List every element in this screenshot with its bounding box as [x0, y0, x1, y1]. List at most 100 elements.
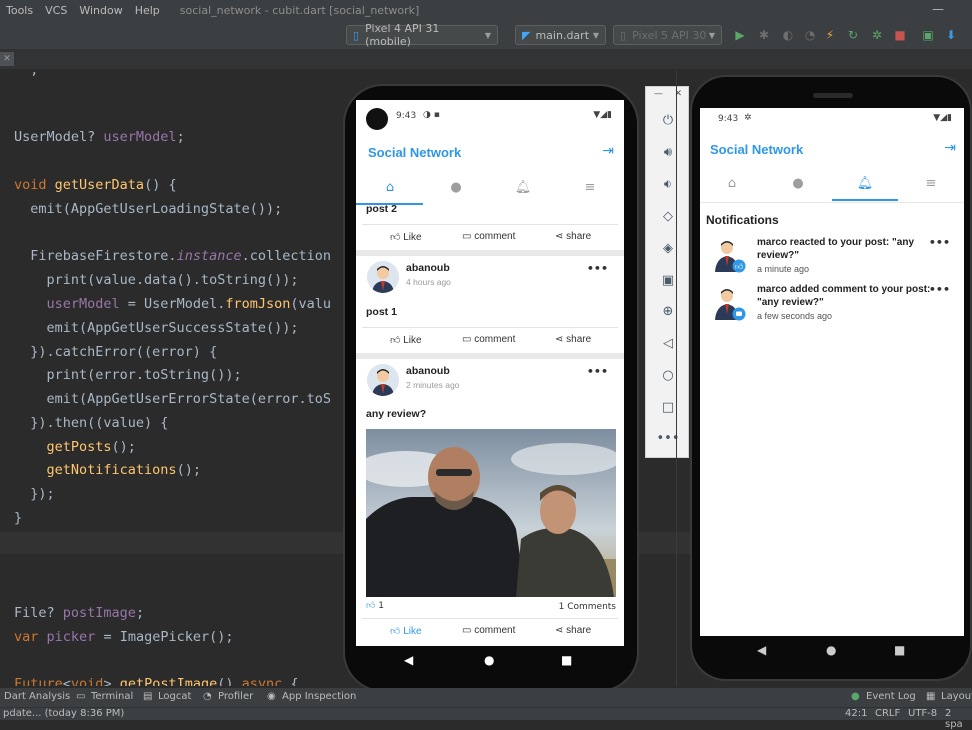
- code-line: emit(AppGetUserErrorState(error.toS: [14, 391, 331, 407]
- close-icon[interactable]: ✕: [0, 52, 14, 66]
- menu-icon[interactable]: ≡: [921, 176, 941, 191]
- comment-button[interactable]: ▭ comment: [462, 334, 515, 345]
- device-selector[interactable]: ▯ Pixel 4 API 31 (mobile) ▼: [346, 22, 498, 48]
- notification-time: a minute ago: [757, 264, 810, 274]
- second-device-selector[interactable]: ▯ Pixel 5 API 30 ▼: [613, 25, 722, 45]
- recents-icon[interactable]: ■: [561, 653, 572, 667]
- run-icon[interactable]: ▶: [732, 27, 748, 43]
- file-encoding[interactable]: UTF-8: [908, 708, 937, 719]
- comment-button[interactable]: ▭ comment: [462, 231, 515, 242]
- bell-icon[interactable]: 🔔︎: [513, 180, 533, 195]
- status-message[interactable]: pdate... (today 8:36 PM): [3, 708, 124, 719]
- like-button[interactable]: 👍︎ Like: [390, 625, 422, 637]
- post-time: 4 hours ago: [406, 277, 451, 287]
- line-separator[interactable]: CRLF: [875, 708, 900, 719]
- code-line: UserModel? userModel;: [14, 129, 185, 145]
- thumb-up-icon: 👍︎: [390, 232, 401, 243]
- tool-dart-analysis[interactable]: Dart Analysis: [4, 691, 70, 702]
- post-author[interactable]: abanoub: [406, 262, 450, 274]
- status-bar: pdate... (today 8:36 PM) 42:1 CRLF UTF-8…: [0, 707, 972, 730]
- notification-avatar[interactable]: [710, 286, 746, 322]
- menu-window[interactable]: Window: [73, 4, 128, 17]
- caret-position[interactable]: 42:1: [845, 708, 867, 719]
- tool-app-inspection[interactable]: App Inspection: [282, 691, 356, 702]
- comment-count[interactable]: 1 Comments: [559, 602, 616, 612]
- home-icon[interactable]: ⌂: [380, 180, 400, 195]
- post-author[interactable]: abanoub: [406, 365, 450, 377]
- run-config-label: main.dart: [535, 28, 590, 42]
- debug-icon[interactable]: ✱: [756, 27, 772, 43]
- home-icon[interactable]: ⌂: [722, 176, 742, 191]
- share-button[interactable]: ⋖ share: [555, 231, 591, 242]
- menu-icon[interactable]: ≡: [580, 180, 600, 195]
- notification-avatar[interactable]: 👍︎: [710, 238, 746, 274]
- run-config-selector[interactable]: ◤ main.dart ▼: [515, 25, 606, 45]
- logout-icon[interactable]: ⇥: [944, 140, 956, 156]
- thumb-up-icon: 👍︎: [390, 626, 401, 637]
- phone2-screen: 9:43 ✲ ▼◢▮ Social Network ⇥ ⌂ ● 🔔︎ ≡ Not…: [700, 108, 964, 636]
- more-options-icon[interactable]: •••: [929, 283, 950, 296]
- share-icon: ⋖: [555, 334, 564, 345]
- avatar[interactable]: [367, 261, 399, 293]
- notification-text[interactable]: marco reacted to your post: "any review?…: [757, 236, 937, 262]
- editor-tab-strip: [0, 50, 972, 70]
- indent-setting[interactable]: 2 spa: [945, 708, 972, 730]
- active-tab-indicator: [832, 199, 898, 201]
- notification-text[interactable]: marco added comment to your post: "any r…: [757, 283, 937, 309]
- attach-debugger-icon[interactable]: ✲: [869, 27, 885, 43]
- like-button[interactable]: 👍︎ Like: [390, 231, 422, 243]
- profile-icon[interactable]: ◔: [802, 27, 818, 43]
- share-button[interactable]: ⋖ share: [555, 334, 591, 345]
- emulator-controls: — ✕ ⏻ 🔊︎ 🔉︎ ◇ ◈ ▣ ⊕ ◁ ○ □ •••: [645, 86, 689, 458]
- person-icon[interactable]: ●: [788, 176, 808, 191]
- share-button[interactable]: ⋖ share: [555, 625, 591, 636]
- coverage-icon[interactable]: ◐: [780, 27, 796, 43]
- stop-icon[interactable]: ■: [892, 27, 908, 43]
- device-manager-icon[interactable]: ▣: [920, 27, 936, 43]
- post-text: post 1: [366, 306, 397, 318]
- hot-restart-icon[interactable]: ↻: [845, 27, 861, 43]
- sdk-manager-icon[interactable]: ⬇: [943, 27, 959, 43]
- back-icon[interactable]: ◀: [404, 653, 413, 667]
- menu-vcs[interactable]: VCS: [39, 4, 73, 17]
- like-button[interactable]: 👍︎ Like: [390, 334, 422, 346]
- logout-icon[interactable]: ⇥: [602, 143, 614, 159]
- code-line: print(error.toString());: [14, 367, 242, 383]
- home-circle-icon[interactable]: ●: [826, 643, 836, 657]
- tool-profiler[interactable]: Profiler: [218, 691, 253, 702]
- post-image[interactable]: [366, 429, 616, 597]
- person-icon[interactable]: ●: [446, 180, 466, 195]
- back-icon[interactable]: ◀: [757, 643, 766, 657]
- minimize-icon[interactable]: —: [932, 2, 944, 16]
- comment-icon: ▭: [462, 625, 472, 636]
- share-icon: ⋖: [555, 231, 564, 242]
- camera-punch-hole: [366, 108, 388, 130]
- menu-help[interactable]: Help: [129, 4, 166, 17]
- hot-reload-icon[interactable]: ⚡: [822, 27, 838, 43]
- phone2-clock: 9:43: [718, 114, 739, 124]
- phone1-clock: 9:43: [396, 111, 417, 121]
- recents-icon[interactable]: ■: [894, 643, 905, 657]
- phone2-tabbar: ⌂ ● 🔔︎ ≡: [700, 168, 964, 202]
- more-options-icon[interactable]: •••: [929, 236, 950, 249]
- bell-icon[interactable]: 🔔︎: [855, 176, 875, 191]
- comment-button[interactable]: ▭ comment: [462, 625, 515, 636]
- tool-event-log[interactable]: Event Log: [866, 691, 916, 702]
- menu-tools[interactable]: Tools: [0, 4, 39, 17]
- phone-icon: ▯: [353, 28, 360, 42]
- tool-layout[interactable]: Layout: [941, 691, 972, 702]
- minimize-icon[interactable]: —: [654, 89, 663, 99]
- avatar[interactable]: [367, 364, 399, 396]
- layout-icon: ▦: [926, 691, 936, 702]
- terminal-icon: ▭: [76, 691, 86, 702]
- code-line: }).then((value) {: [14, 415, 169, 431]
- post-time: 2 minutes ago: [406, 380, 460, 390]
- tool-terminal[interactable]: Terminal: [91, 691, 133, 702]
- more-options-icon[interactable]: •••: [587, 262, 608, 275]
- notification-time: a few seconds ago: [757, 311, 833, 321]
- like-count[interactable]: 👍︎ 1: [366, 601, 384, 611]
- tool-logcat[interactable]: Logcat: [158, 691, 191, 702]
- more-options-icon[interactable]: •••: [587, 365, 608, 378]
- home-circle-icon[interactable]: ●: [484, 653, 494, 667]
- battery-icon: ▼◢▮: [593, 110, 612, 120]
